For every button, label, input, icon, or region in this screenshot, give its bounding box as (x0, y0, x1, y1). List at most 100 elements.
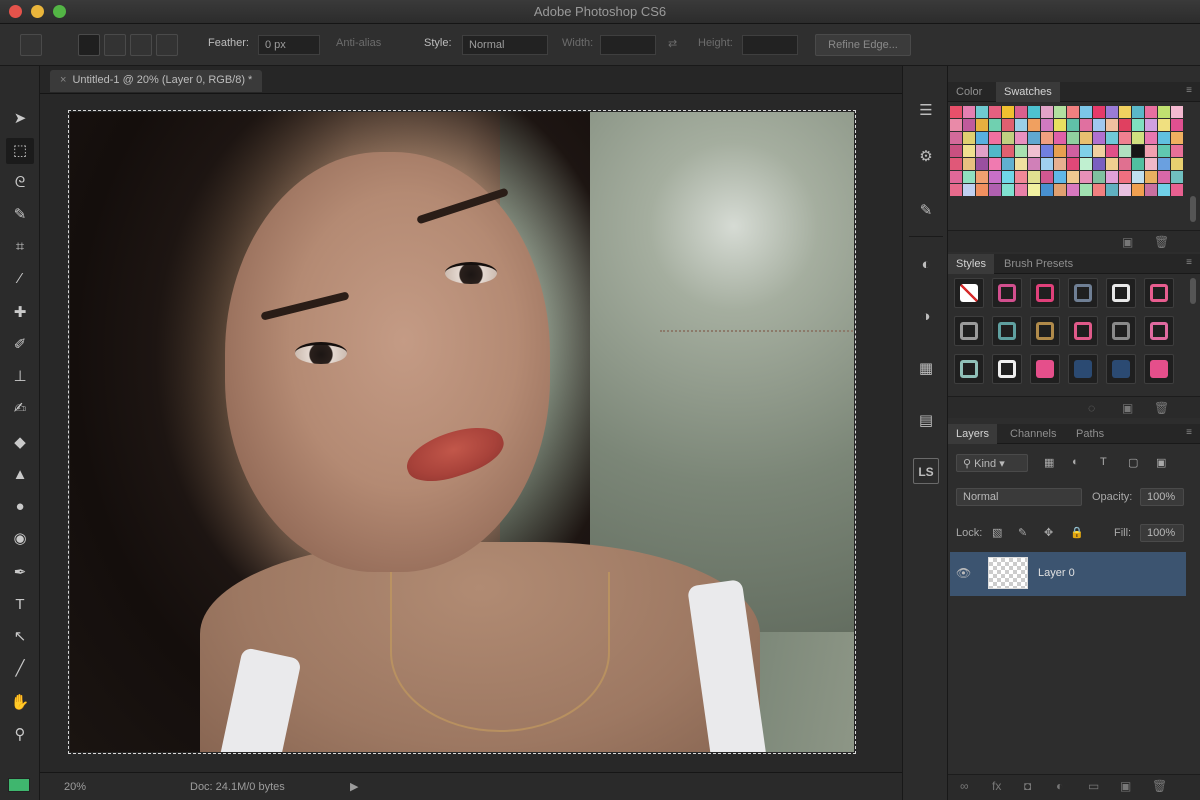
gradient-tool-icon[interactable]: ▲ (6, 462, 34, 488)
swatches-panel-menu-icon[interactable]: ≡ (1186, 85, 1192, 96)
swatch[interactable] (1171, 106, 1183, 118)
swatch[interactable] (1132, 171, 1144, 183)
swatch[interactable] (1145, 171, 1157, 183)
pen-tool-icon[interactable]: ✒ (6, 560, 34, 586)
swatch[interactable] (1080, 184, 1092, 196)
intersect-selection-button[interactable] (156, 34, 178, 56)
style-preset[interactable] (1106, 278, 1136, 308)
swap-width-height-icon[interactable]: ⇄ (668, 37, 677, 50)
swatch[interactable] (1067, 119, 1079, 131)
swatch[interactable] (1080, 106, 1092, 118)
shape-tool-icon[interactable]: ╱ (6, 656, 34, 682)
swatch[interactable] (989, 145, 1001, 157)
style-preset[interactable] (1106, 354, 1136, 384)
swatch[interactable] (1158, 106, 1170, 118)
swatch[interactable] (1145, 158, 1157, 170)
style-preset[interactable] (954, 354, 984, 384)
blur-tool-icon[interactable]: ● (6, 494, 34, 520)
swatch[interactable] (950, 171, 962, 183)
swatch[interactable] (1171, 119, 1183, 131)
swatch[interactable] (1158, 145, 1170, 157)
layer-thumbnail[interactable] (988, 557, 1028, 589)
eraser-tool-icon[interactable]: ◆ (6, 430, 34, 456)
swatches-scrollbar[interactable] (1190, 196, 1196, 222)
eyedropper-tool-icon[interactable]: ⁄ (6, 266, 34, 292)
swatch[interactable] (1002, 171, 1014, 183)
swatch[interactable] (1171, 158, 1183, 170)
ls-plugin-icon[interactable]: LS (913, 458, 939, 484)
height-input[interactable] (742, 35, 798, 55)
swatch[interactable] (1041, 132, 1053, 144)
swatch[interactable] (1054, 171, 1066, 183)
tab-layers[interactable]: Layers (948, 424, 998, 444)
swatch[interactable] (1015, 132, 1027, 144)
swatch[interactable] (1041, 158, 1053, 170)
style-preset[interactable] (1144, 316, 1174, 346)
marquee-preset-picker[interactable] (20, 34, 42, 56)
feather-input[interactable]: 0 px (258, 35, 320, 55)
history-brush-tool-icon[interactable]: ✍ (6, 396, 34, 422)
swatch[interactable] (1028, 158, 1040, 170)
swatch[interactable] (963, 171, 975, 183)
swatch[interactable] (1041, 184, 1053, 196)
tab-brush-presets[interactable]: Brush Presets (1004, 258, 1073, 270)
swatch[interactable] (1054, 145, 1066, 157)
swatch[interactable] (1015, 106, 1027, 118)
swatch[interactable] (976, 132, 988, 144)
style-select[interactable]: Normal (462, 35, 548, 55)
swatch[interactable] (963, 132, 975, 144)
swatch[interactable] (1054, 132, 1066, 144)
swatch[interactable] (1132, 158, 1144, 170)
refine-edge-button[interactable]: Refine Edge... (815, 34, 911, 56)
swatch[interactable] (950, 106, 962, 118)
swatch[interactable] (950, 119, 962, 131)
document-tab[interactable]: × Untitled-1 @ 20% (Layer 0, RGB/8) * (50, 70, 263, 92)
swatch[interactable] (1093, 145, 1105, 157)
status-menu-arrow-icon[interactable]: ▶ (350, 780, 358, 793)
swatch[interactable] (1015, 158, 1027, 170)
tab-paths[interactable]: Paths (1076, 428, 1104, 440)
dodge-tool-icon[interactable]: ◉ (6, 526, 34, 552)
new-swatch-icon[interactable]: ▣ (1122, 235, 1133, 249)
style-preset[interactable] (992, 278, 1022, 308)
style-preset[interactable] (1030, 316, 1060, 346)
swatch[interactable] (1067, 145, 1079, 157)
swatch[interactable] (989, 158, 1001, 170)
swatch[interactable] (1080, 132, 1092, 144)
subtract-from-selection-button[interactable] (130, 34, 152, 56)
properties-panel-icon[interactable]: ⚙ (913, 144, 939, 170)
swatch[interactable] (1054, 158, 1066, 170)
style-preset[interactable] (1068, 278, 1098, 308)
swatch[interactable] (1145, 119, 1157, 131)
style-preset[interactable] (954, 278, 984, 308)
delete-layer-icon[interactable]: 🗑 (1152, 779, 1167, 793)
swatch[interactable] (963, 145, 975, 157)
swatch[interactable] (1054, 119, 1066, 131)
swatch[interactable] (1119, 171, 1131, 183)
swatch[interactable] (1106, 132, 1118, 144)
swatch[interactable] (1119, 145, 1131, 157)
swatch[interactable] (976, 145, 988, 157)
swatch[interactable] (976, 119, 988, 131)
style-preset[interactable] (992, 316, 1022, 346)
swatch[interactable] (1132, 145, 1144, 157)
swatch[interactable] (1145, 145, 1157, 157)
swatch[interactable] (1093, 184, 1105, 196)
tab-swatches[interactable]: Swatches (996, 82, 1060, 102)
filter-type-icon[interactable]: T (1100, 456, 1107, 468)
healing-brush-tool-icon[interactable]: ✚ (6, 300, 34, 326)
swatch[interactable] (1106, 119, 1118, 131)
canvas-area[interactable] (40, 94, 902, 772)
filter-shape-icon[interactable]: ▢ (1128, 456, 1138, 469)
swatch[interactable] (1106, 145, 1118, 157)
swatch[interactable] (1080, 171, 1092, 183)
delete-swatch-icon[interactable]: 🗑 (1154, 235, 1169, 249)
style-preset[interactable] (1030, 278, 1060, 308)
swatch[interactable] (1145, 132, 1157, 144)
swatch[interactable] (1002, 184, 1014, 196)
history-panel-icon[interactable]: ☰ (913, 98, 939, 124)
swatch[interactable] (1080, 119, 1092, 131)
delete-style-icon[interactable]: 🗑 (1154, 401, 1169, 415)
swatch[interactable] (1171, 171, 1183, 183)
swatch[interactable] (989, 184, 1001, 196)
